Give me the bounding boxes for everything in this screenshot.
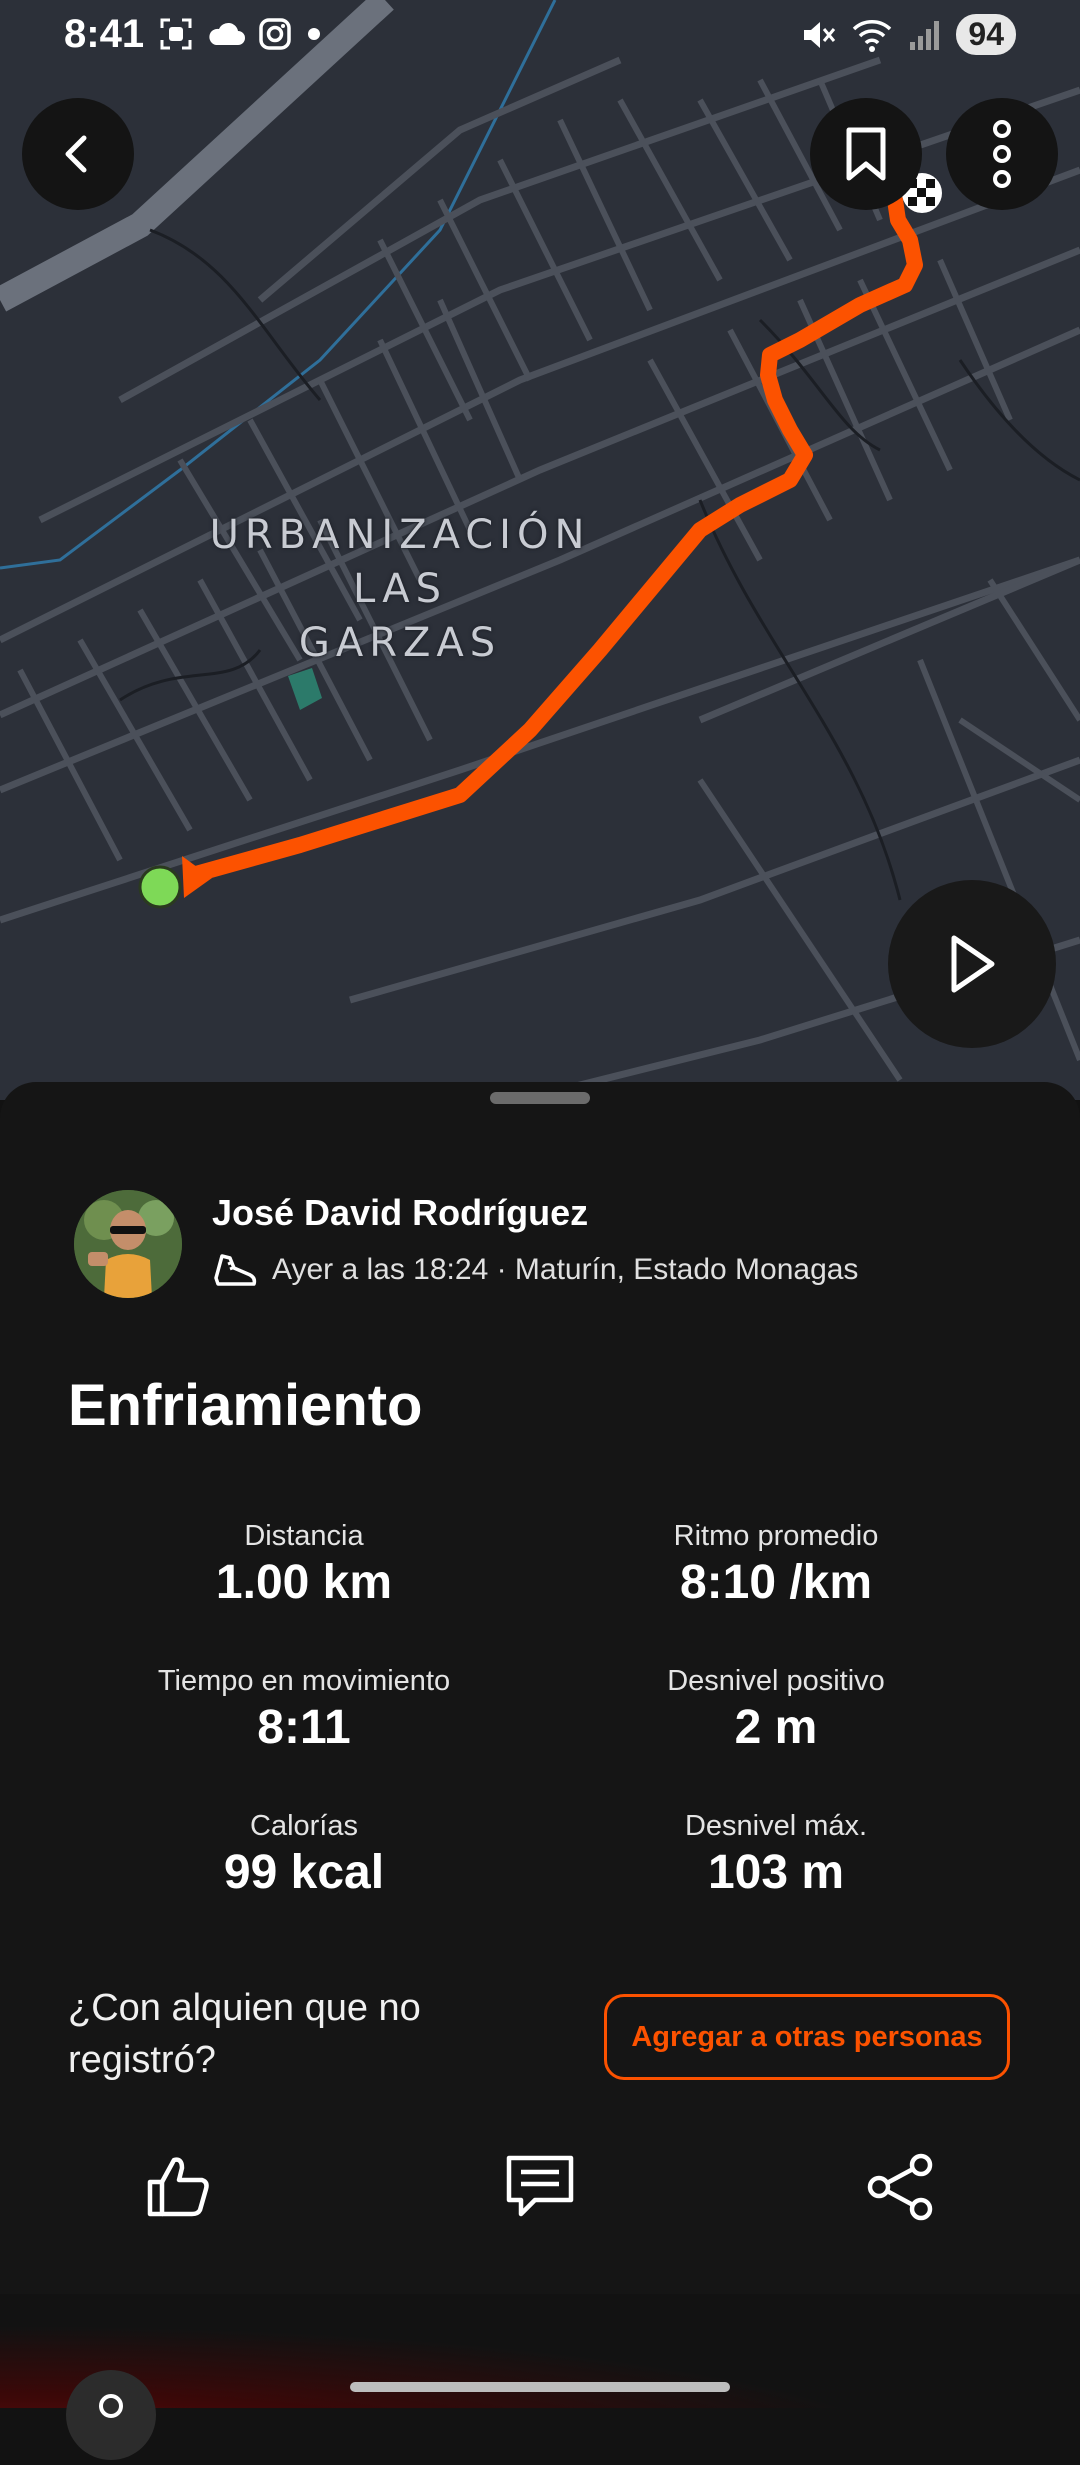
wifi-icon <box>853 19 892 52</box>
screenshot-icon <box>160 18 192 50</box>
activity-title: Enfriamiento <box>68 1373 423 1438</box>
more-vertical-icon <box>993 120 1011 188</box>
share-button[interactable] <box>856 2142 946 2232</box>
stat-avg-pace: Ritmo promedio 8:10 /km <box>546 1520 1006 1610</box>
author-name[interactable]: José David Rodríguez <box>212 1192 588 1234</box>
instagram-icon <box>259 18 291 50</box>
cloud-icon <box>209 22 245 45</box>
stat-value: 99 kcal <box>223 1846 385 1899</box>
signal-icon <box>910 20 940 50</box>
stat-value: 103 m <box>707 1846 845 1899</box>
stat-elevation-gain: Desnivel positivo 2 m <box>546 1665 1006 1755</box>
stat-label: Distancia <box>244 1520 364 1552</box>
running-shoe-icon <box>214 1254 257 1286</box>
activity-sheet: José David Rodríguez Ayer a las 18:24 · … <box>0 1082 1080 2294</box>
stat-label: Ritmo promedio <box>673 1520 879 1552</box>
activity-meta: Ayer a las 18:24 · Maturín, Estado Monag… <box>212 1250 858 1290</box>
play-flyover-button[interactable] <box>888 880 1056 1048</box>
stat-label: Calorías <box>250 1810 358 1842</box>
comment-button[interactable] <box>495 2142 585 2232</box>
stat-max-elevation: Desnivel máx. 103 m <box>546 1810 1006 1900</box>
back-button[interactable] <box>22 98 134 210</box>
stat-value: 8:10 /km <box>679 1556 873 1609</box>
map-area-label: URBANIZACIÓN LAS GARZAS <box>160 508 640 670</box>
stat-distance: Distancia 1.00 km <box>74 1520 534 1610</box>
stat-label: Desnivel positivo <box>667 1665 885 1697</box>
gesture-bar[interactable] <box>350 2382 730 2392</box>
map-area-label-line: LAS <box>353 566 447 612</box>
battery-level: 94 <box>956 14 1016 55</box>
stat-value: 8:11 <box>257 1701 351 1754</box>
sheet-handle[interactable] <box>490 1092 590 1104</box>
next-card-peek <box>0 2302 1080 2408</box>
avatar-photo <box>74 1190 182 1298</box>
status-icons-right: 94 <box>800 14 1016 55</box>
map-area-label-line: GARZAS <box>298 620 502 666</box>
add-others-button[interactable]: Agregar a otras personas <box>604 1994 1010 2080</box>
stat-calories: Calorías 99 kcal <box>74 1810 534 1900</box>
kudos-button[interactable] <box>134 2142 224 2232</box>
share-icon <box>867 2153 933 2221</box>
comment-icon <box>506 2155 574 2217</box>
stat-value: 1.00 km <box>215 1556 393 1609</box>
bookmark-icon <box>846 127 886 181</box>
activity-meta-text: Ayer a las 18:24 · Maturín, Estado Monag… <box>272 1253 859 1286</box>
avatar[interactable] <box>74 1190 182 1298</box>
status-time: 8:41 <box>64 12 145 56</box>
location-pin-icon <box>66 2370 156 2460</box>
back-arrow-icon <box>65 135 87 173</box>
play-icon <box>951 935 995 993</box>
map-area-label-line: URBANIZACIÓN <box>209 512 591 558</box>
dot-icon <box>308 28 320 40</box>
stat-value: 2 m <box>734 1701 818 1754</box>
status-icons-left <box>158 16 324 52</box>
stat-label: Desnivel máx. <box>684 1810 868 1842</box>
stat-label: Tiempo en movimiento <box>157 1665 451 1697</box>
mute-icon <box>804 21 836 48</box>
bookmark-button[interactable] <box>810 98 922 210</box>
status-bar: 8:41 94 <box>0 0 1080 72</box>
with-others-question: ¿Con alquien que no registró? <box>68 1987 421 2081</box>
more-options-button[interactable] <box>946 98 1058 210</box>
stat-moving-time: Tiempo en movimiento 8:11 <box>74 1665 534 1755</box>
like-icon <box>147 2157 209 2217</box>
